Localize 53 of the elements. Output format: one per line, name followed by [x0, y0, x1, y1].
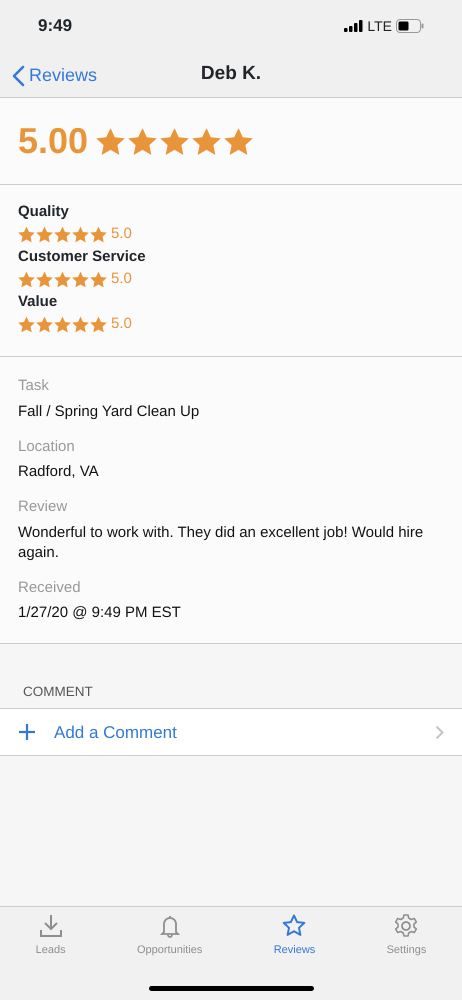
tab[interactable]: Opportunities [101, 907, 238, 958]
star-icon [18, 270, 35, 288]
star-icon [18, 316, 35, 332]
field-value: Radford, VA [18, 462, 100, 482]
field-label: Review [18, 497, 68, 517]
field-value: 1/27/20 @ 9:49 PM EST [18, 603, 182, 623]
field-value: Wonderful to work with. They did an excellent job! Would hire again. [18, 522, 424, 562]
field-value: Fall / Spring Yard Clean Up [18, 402, 200, 422]
star-icon [54, 316, 71, 332]
star-icon [128, 126, 158, 156]
status-time: 9:49 [38, 15, 72, 38]
star-icon [36, 316, 53, 332]
tab[interactable]: Leads [0, 907, 102, 958]
star-icon [72, 226, 89, 242]
category-label: Customer Service [18, 247, 147, 266]
star-icon [90, 270, 107, 288]
star-icon [36, 226, 53, 242]
screen-title: Deb K. [200, 62, 262, 86]
download-icon [38, 913, 64, 939]
star-icon [72, 316, 89, 332]
star-icon [72, 270, 89, 288]
signal-icon [344, 20, 364, 32]
star-icon [281, 913, 308, 939]
category-label: Quality [18, 202, 70, 221]
star-icon [160, 126, 190, 156]
battery-icon [396, 19, 424, 33]
star-icon [54, 226, 71, 242]
category-score: 5.0 [111, 314, 132, 334]
back-chevron-icon [12, 64, 25, 86]
add-comment-row[interactable]: Add a Comment [0, 708, 462, 756]
network-label: LTE [367, 16, 392, 36]
tab[interactable]: Settings [350, 907, 462, 958]
category-score: 5.0 [111, 268, 132, 289]
star-icon [18, 226, 35, 242]
gear-icon [393, 913, 420, 939]
star-icon [90, 226, 107, 242]
star-icon [36, 270, 53, 288]
plus-icon [18, 723, 36, 742]
star-icon [54, 270, 71, 288]
category-label: Value [18, 292, 58, 311]
overall-score: 5.00 [18, 119, 88, 163]
tab[interactable]: Reviews [238, 907, 351, 958]
category-score: 5.0 [111, 224, 132, 244]
star-icon [192, 126, 222, 156]
section-header: COMMENT [22, 683, 94, 701]
star-icon [96, 126, 126, 156]
field-label: Location [18, 436, 76, 456]
chevron-icon [435, 724, 444, 740]
star-icon [90, 316, 107, 332]
field-label: Task [18, 376, 50, 396]
back-link[interactable]: Reviews [12, 62, 98, 89]
star-icon [224, 126, 254, 156]
field-label: Received [18, 578, 82, 598]
